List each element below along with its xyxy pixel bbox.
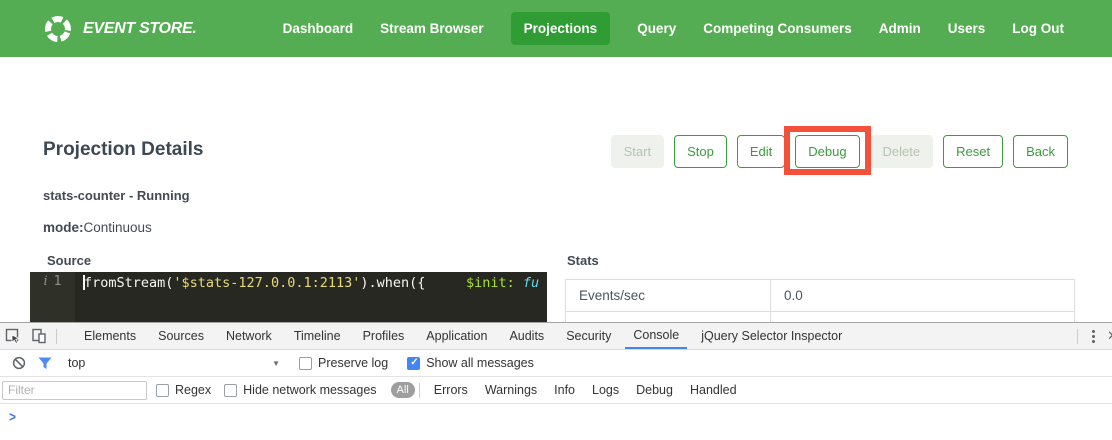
console-prompt[interactable]: > xyxy=(0,404,1112,440)
debug-button[interactable]: Debug xyxy=(795,135,859,168)
stat-name: Events/sec xyxy=(566,280,771,311)
text-cursor xyxy=(83,275,85,290)
inspect-element-icon[interactable] xyxy=(0,323,26,349)
table-row: Events/sec 0.0 xyxy=(566,280,1074,312)
tab-application[interactable]: Application xyxy=(418,323,495,349)
chevron-down-icon: ▼ xyxy=(272,359,280,368)
tab-audits[interactable]: Audits xyxy=(501,323,552,349)
toolbar-separator xyxy=(56,329,57,344)
filter-logs[interactable]: Logs xyxy=(592,383,619,397)
code-plain: ).when({ xyxy=(360,275,466,291)
filter-all-badge[interactable]: All xyxy=(391,382,415,398)
hide-network-checkbox[interactable] xyxy=(224,384,237,397)
regex-checkbox[interactable] xyxy=(156,384,169,397)
console-filter-bar: Regex Hide network messages All Errors W… xyxy=(0,377,1112,404)
code-type: fu xyxy=(515,275,539,291)
mode-label: mode: xyxy=(43,220,84,235)
devtools-tabbar: Elements Sources Network Timeline Profil… xyxy=(0,323,1112,350)
page-title: Projection Details xyxy=(43,139,204,161)
nav-item-stream-browser[interactable]: Stream Browser xyxy=(380,21,484,36)
source-section-label: Source xyxy=(47,253,91,268)
tab-timeline[interactable]: Timeline xyxy=(286,323,349,349)
devtools-tabs: Elements Sources Network Timeline Profil… xyxy=(73,323,853,349)
regex-toggle[interactable]: Regex xyxy=(156,383,211,397)
nav-item-competing-consumers[interactable]: Competing Consumers xyxy=(703,21,852,36)
console-toolbar: top ▼ Preserve log Show all messages xyxy=(0,350,1112,377)
projection-status: stats-counter - Running xyxy=(43,188,190,203)
console-prompt-chevron-icon: > xyxy=(9,410,16,424)
nav-item-projections[interactable]: Projections xyxy=(511,12,611,45)
debug-button-wrapper: Debug xyxy=(795,135,859,168)
execution-context-value: top xyxy=(68,356,85,370)
show-all-messages-label: Show all messages xyxy=(426,356,534,370)
regex-label: Regex xyxy=(175,383,211,397)
nav-item-admin[interactable]: Admin xyxy=(879,21,921,36)
tab-jquery-selector-inspector[interactable]: jQuery Selector Inspector xyxy=(693,323,850,349)
show-all-messages-checkbox[interactable] xyxy=(407,357,420,370)
gutter-info-annotation: i xyxy=(44,274,48,289)
hide-network-label: Hide network messages xyxy=(243,383,376,397)
preserve-log-label: Preserve log xyxy=(318,356,388,370)
projection-details-page: Projection Details Start Stop Edit Debug… xyxy=(0,57,1112,322)
back-button[interactable]: Back xyxy=(1013,135,1068,168)
execution-context-selector[interactable]: top ▼ xyxy=(68,356,280,370)
nav-item-users[interactable]: Users xyxy=(948,21,986,36)
filter-warnings[interactable]: Warnings xyxy=(485,383,537,397)
filter-icon[interactable] xyxy=(32,357,58,370)
stats-section-label: Stats xyxy=(567,253,599,268)
projection-mode: mode:Continuous xyxy=(43,220,152,235)
filter-debug[interactable]: Debug xyxy=(636,383,673,397)
code-keyword: $init: xyxy=(466,275,515,291)
devtools-tabbar-right: ✕ xyxy=(1073,323,1112,349)
top-navbar: EVENT STORE. Dashboard Stream Browser Pr… xyxy=(0,0,1112,57)
tab-profiles[interactable]: Profiles xyxy=(355,323,413,349)
device-toolbar-icon[interactable] xyxy=(26,323,52,349)
tab-console[interactable]: Console xyxy=(625,323,687,349)
start-button: Start xyxy=(611,135,664,168)
code-line-1: fromStream('$stats-127.0.0.1:2113').when… xyxy=(84,274,547,292)
stat-value: 0.0 xyxy=(771,280,1074,311)
nav-item-query[interactable]: Query xyxy=(637,21,676,36)
reset-button[interactable]: Reset xyxy=(943,135,1003,168)
mode-value: Continuous xyxy=(84,220,152,235)
filter-handled[interactable]: Handled xyxy=(690,383,737,397)
devtools-panel: Elements Sources Network Timeline Profil… xyxy=(0,322,1112,440)
filter-errors[interactable]: Errors xyxy=(434,383,468,397)
code-string: '$stats-127.0.0.1:2113' xyxy=(173,275,360,291)
filter-input[interactable] xyxy=(2,381,147,400)
tab-network[interactable]: Network xyxy=(218,323,280,349)
tab-elements[interactable]: Elements xyxy=(76,323,144,349)
edit-button[interactable]: Edit xyxy=(737,135,785,168)
nav-item-dashboard[interactable]: Dashboard xyxy=(283,21,354,36)
nav-item-logout[interactable]: Log Out xyxy=(1012,21,1064,36)
log-level-filters: Errors Warnings Info Logs Debug Handled xyxy=(434,383,737,397)
code-plain: fromStream( xyxy=(84,275,173,291)
toolbar-separator xyxy=(1077,329,1078,344)
show-all-messages-toggle[interactable]: Show all messages xyxy=(407,356,534,370)
eventstore-logo[interactable]: EVENT STORE. xyxy=(43,14,196,44)
tab-sources[interactable]: Sources xyxy=(150,323,212,349)
line-number: 1 xyxy=(54,274,62,289)
devtools-menu-icon[interactable] xyxy=(1082,330,1105,343)
eventstore-logo-icon xyxy=(43,14,73,44)
preserve-log-toggle[interactable]: Preserve log xyxy=(299,356,388,370)
preserve-log-checkbox[interactable] xyxy=(299,357,312,370)
close-devtools-icon[interactable]: ✕ xyxy=(1105,328,1112,344)
stop-button[interactable]: Stop xyxy=(674,135,727,168)
clear-console-icon[interactable] xyxy=(6,356,32,370)
action-buttons: Start Stop Edit Debug Delete Reset Back xyxy=(611,135,1068,168)
delete-button: Delete xyxy=(870,135,934,168)
tab-security[interactable]: Security xyxy=(558,323,619,349)
toolbar-separator xyxy=(419,383,420,398)
filter-info[interactable]: Info xyxy=(554,383,575,397)
hide-network-toggle[interactable]: Hide network messages xyxy=(224,383,376,397)
nav-menu: Dashboard Stream Browser Projections Que… xyxy=(283,12,1064,45)
brand-text: EVENT STORE. xyxy=(83,20,196,38)
